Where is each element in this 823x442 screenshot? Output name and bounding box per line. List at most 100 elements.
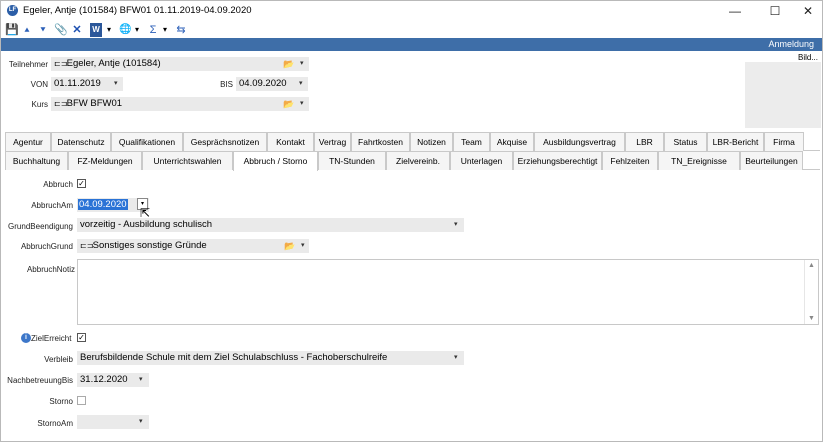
tab-fahrtkosten[interactable]: Fahrtkosten (351, 132, 410, 151)
storno-checkbox[interactable] (77, 396, 86, 405)
bis-date-field[interactable]: 04.09.2020 (236, 77, 308, 91)
folder-open-icon[interactable]: 📂 (284, 239, 295, 253)
abbruch-am-label: AbbruchAm (31, 201, 73, 210)
application-window: LF Egeler, Antje (101584) BFW01 01.11.20… (0, 0, 823, 442)
delete-icon[interactable]: ✕ (71, 23, 83, 37)
kurs-label: Kurs (31, 100, 48, 109)
von-value: 01.11.2019 (54, 78, 101, 89)
abbruch-am-value: 04.09.2020 (78, 199, 128, 210)
folder-open-icon[interactable]: 📂 (283, 57, 294, 71)
textarea-scrollbar[interactable]: ▲ ▼ (804, 260, 818, 324)
tab-tn-ereignisse[interactable]: TN_Ereignisse (658, 151, 740, 170)
close-button[interactable]: ✕ (798, 3, 818, 19)
tab-abbruch-storno[interactable]: Abbruch / Storno (233, 151, 318, 171)
tab-erziehungsberechtigt[interactable]: Erziehungsberechtigt (513, 151, 602, 170)
record-down-icon[interactable]: ⯆ (37, 23, 49, 37)
banner-label: Anmeldung (768, 39, 814, 49)
teilnehmer-label: Teilnehmer (8, 60, 48, 69)
verbleib-select[interactable]: Berufsbildende Schule mit dem Ziel Schul… (77, 351, 464, 365)
tab-gesprächsnotizen[interactable]: Gesprächsnotizen (183, 132, 267, 151)
save-icon[interactable]: 💾 (5, 23, 19, 37)
word-dropdown-icon[interactable]: ▾ (105, 23, 113, 37)
title-bar: LF Egeler, Antje (101584) BFW01 01.11.20… (1, 1, 822, 21)
chevron-down-icon[interactable]: ▾ (300, 97, 304, 111)
sigma-icon[interactable]: Σ (147, 23, 159, 37)
tab-vertrag[interactable]: Vertrag (314, 132, 351, 151)
tab-lbr[interactable]: LBR (625, 132, 664, 151)
von-label: VON (30, 80, 48, 89)
folder-open-icon[interactable]: 📂 (283, 97, 294, 111)
scroll-down-icon[interactable]: ▼ (808, 315, 815, 322)
chevron-down-icon[interactable]: ▾ (139, 373, 143, 387)
minimize-button[interactable]: — (725, 3, 745, 19)
abbruch-label: Abbruch (43, 180, 73, 189)
nachbetreuung-label: NachbetreuungBis (7, 376, 73, 385)
tab-zielvereinb[interactable]: Zielvereinb. (386, 151, 450, 170)
toolbar: 💾 ⯅ ⯆ 📎 ✕ W ▾ 🌐 ▾ Σ ▾ ⇆ (1, 21, 822, 39)
teilnehmer-field[interactable]: ⊏⊐ Egeler, Antje (101584) (51, 57, 309, 71)
bis-label: BIS (220, 80, 233, 89)
tab-datenschutz[interactable]: Datenschutz (51, 132, 111, 151)
chevron-down-icon[interactable]: ▾ (139, 415, 143, 429)
tab-ausbildungsvertrag[interactable]: Ausbildungsvertrag (534, 132, 625, 151)
tab-team[interactable]: Team (453, 132, 490, 151)
nachbetreuung-value: 31.12.2020 (80, 374, 128, 385)
tab-tn-stunden[interactable]: TN-Stunden (318, 151, 386, 170)
photo-placeholder[interactable] (745, 62, 821, 128)
ziel-erreicht-label: ZielErreicht (31, 334, 72, 343)
ziel-erreicht-checkbox[interactable]: ✓ (77, 333, 86, 342)
chevron-down-icon[interactable]: ▾ (454, 218, 458, 232)
tab-row-1: Agentur Datenschutz Qualifikationen Gespräc… (5, 132, 820, 151)
chevron-down-icon[interactable]: ▾ (301, 239, 305, 253)
abbruch-grund-label: AbbruchGrund (20, 242, 73, 251)
chevron-down-icon[interactable]: ▾ (299, 77, 303, 91)
tab-row-2: Buchhaltung FZ-Meldungen Unterrichtswahlen… (5, 151, 820, 171)
storno-label: Storno (49, 397, 73, 406)
tab-fehlzeiten[interactable]: Fehlzeiten (602, 151, 658, 170)
grund-beendigung-value: vorzeitig - Ausbildung schulisch (80, 219, 213, 230)
tab-qualifikationen[interactable]: Qualifikationen (111, 132, 183, 151)
tab-akquise[interactable]: Akquise (490, 132, 534, 151)
tab-firma[interactable]: Firma (764, 132, 804, 151)
attach-icon[interactable]: 📎 (54, 23, 68, 37)
link-icon: ⊏⊐ (80, 241, 94, 250)
swap-icon[interactable]: ⇆ (175, 23, 187, 37)
tab-notizen[interactable]: Notizen (410, 132, 453, 151)
storno-am-label: StornoAm (37, 419, 73, 428)
abbruch-notiz-textarea[interactable]: ▲ ▼ (77, 259, 819, 325)
globe-dropdown-icon[interactable]: ▾ (133, 23, 141, 37)
teilnehmer-value: Egeler, Antje (101584) (66, 58, 161, 69)
status-banner: Anmeldung (1, 38, 822, 51)
tab-status[interactable]: Status (664, 132, 707, 151)
maximize-button[interactable]: ☐ (765, 3, 785, 19)
abbruch-grund-value: Sonstiges sonstige Gründe (92, 240, 207, 251)
abbruch-checkbox[interactable]: ✓ (77, 179, 86, 188)
kurs-field[interactable]: ⊏⊐ BFW BFW01 (51, 97, 309, 111)
window-title: Egeler, Antje (101584) BFW01 01.11.2019-… (23, 5, 252, 16)
chevron-down-icon[interactable]: ▾ (114, 77, 118, 91)
tab-unterlagen[interactable]: Unterlagen (450, 151, 513, 170)
tab-buchhaltung[interactable]: Buchhaltung (5, 151, 68, 170)
grund-beendigung-select[interactable]: vorzeitig - Ausbildung schulisch (77, 218, 464, 232)
tab-lbr-bericht[interactable]: LBR-Bericht (707, 132, 764, 151)
app-icon: LF (7, 5, 18, 16)
tab-kontakt[interactable]: Kontakt (267, 132, 314, 151)
word-export-icon[interactable]: W (90, 23, 102, 37)
tab-fz-meldungen[interactable]: FZ-Meldungen (68, 151, 142, 170)
link-icon: ⊏⊐ (54, 59, 68, 68)
globe-icon[interactable]: 🌐 (119, 23, 132, 37)
info-icon[interactable]: i (21, 333, 31, 343)
von-date-field[interactable]: 01.11.2019 (51, 77, 123, 91)
abbruch-notiz-label: AbbruchNotiz (26, 265, 75, 274)
sigma-dropdown-icon[interactable]: ▾ (161, 23, 169, 37)
tab-beurteilungen[interactable]: Beurteilungen (740, 151, 803, 170)
chevron-down-icon[interactable]: ▾ (300, 57, 304, 71)
abbruch-grund-field[interactable]: ⊏⊐ Sonstiges sonstige Gründe (77, 239, 309, 253)
tab-agentur[interactable]: Agentur (5, 132, 51, 151)
bis-value: 04.09.2020 (239, 78, 287, 89)
scroll-up-icon[interactable]: ▲ (808, 262, 815, 269)
record-up-icon[interactable]: ⯅ (21, 23, 33, 37)
tab-unterrichtswahlen[interactable]: Unterrichtswahlen (142, 151, 233, 170)
chevron-down-icon[interactable]: ▾ (454, 351, 458, 365)
bild-link[interactable]: Bild... (798, 53, 818, 62)
